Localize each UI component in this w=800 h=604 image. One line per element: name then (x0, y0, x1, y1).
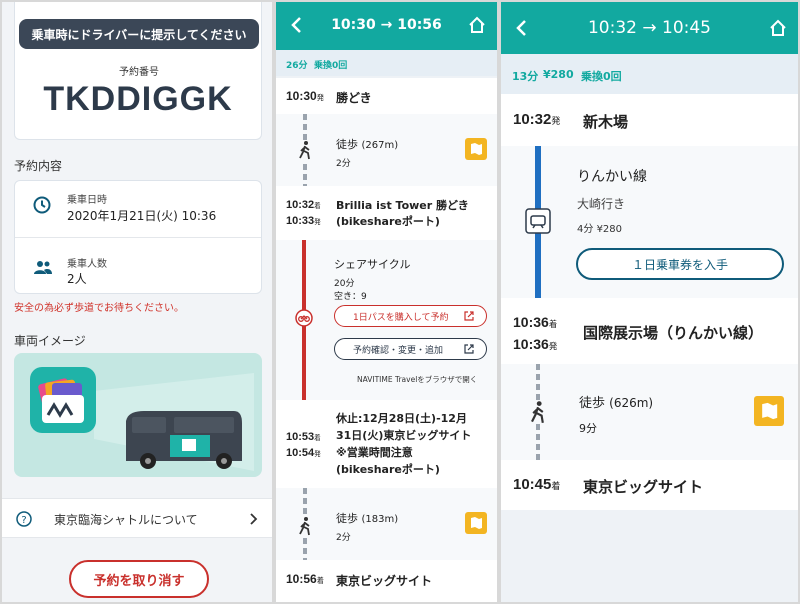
stop-time: 10:30発 (286, 89, 324, 103)
stop-kachidoki: 10:30発 勝どき (276, 78, 497, 114)
cancel-reservation-button[interactable]: 予約を取り消す (69, 560, 209, 598)
route-summary: 26分 乗換0回 (276, 50, 497, 76)
persons-label: 乗車人数 (67, 259, 107, 270)
stop-shinkiba: 10:32発 新木場 (501, 94, 798, 146)
stop-time: 10:36着 10:36発 (513, 314, 558, 352)
bike-time: 20分 (334, 279, 355, 289)
datetime-label: 乗車日時 (67, 195, 107, 206)
clock-icon (33, 196, 51, 214)
route-summary: 13分 ¥280 乗換0回 (501, 54, 798, 94)
about-label: 東京臨海シャトルについて (54, 513, 198, 527)
map-button[interactable] (465, 138, 487, 160)
stop-name: 休止:12月28日(土)-12月 31日(火)東京ビッグサイト ※営業時間注意 (bi… (336, 412, 472, 476)
booking-number-label: 予約番号 (119, 67, 159, 78)
stop-name: 東京ビッグサイト (583, 478, 704, 496)
datetime-value: 2020年1月21日(火) 10:36 (67, 209, 217, 223)
buy-pass-label: 1日パスを購入して予約 (353, 312, 449, 323)
walk-segment: 徒歩 (183m) 2分 (276, 488, 497, 560)
people-icon (34, 261, 52, 274)
walk-time: 9分 (579, 422, 597, 435)
bike-label: シェアサイクル (334, 258, 411, 271)
stop-time: 10:53着 10:54発 (286, 431, 321, 459)
stop-name: 勝どき (336, 91, 372, 105)
map-button[interactable] (465, 512, 487, 534)
bike-availability: 空き：9 (334, 292, 367, 302)
line-destination: 大崎行き (577, 197, 626, 211)
stop-name: 国際展示場（りんかい線） (583, 324, 764, 342)
details-title: 予約内容 (14, 159, 63, 173)
summary-transfers: 乗換0回 (581, 70, 622, 83)
safety-warning: 安全の為必ず歩道でお待ちください。 (14, 303, 184, 314)
bicycle-icon (295, 309, 313, 327)
route-title: 10:30 → 10:56 (331, 17, 442, 33)
persons-value: 2人 (67, 272, 87, 286)
stop-brillia: 10:32着 10:33発 Brillia ist Tower 勝どき (bike… (276, 186, 497, 240)
stop-name: 東京ビッグサイト (336, 574, 433, 588)
reservation-panel: 乗車時にドライバーに提示してください 予約番号 TKDDIGGK 予約内容 乗車… (2, 2, 272, 602)
walk-label: 徒歩 (267m) (336, 138, 399, 151)
home-icon[interactable] (768, 18, 788, 38)
summary-duration: 13分 (512, 70, 539, 83)
train-segment: りんかい線 大崎行き 4分 ¥280 １日乗車券を入手 (501, 146, 798, 298)
route-title: 10:32 → 10:45 (587, 18, 712, 38)
stop-name: 新木場 (583, 113, 629, 131)
home-icon[interactable] (467, 15, 487, 35)
walk-segment: 徒歩 (626m) 9分 (501, 364, 798, 460)
external-link-icon (464, 344, 474, 354)
summary-duration: 26分 (286, 61, 308, 71)
svg-text:?: ? (21, 515, 26, 526)
route-header: 10:32 → 10:45 (501, 2, 798, 54)
map-button[interactable] (754, 396, 784, 426)
bike-segment: シェアサイクル 20分 空き：9 1日パスを購入して予約 予約確認・変更・追加 … (276, 240, 497, 400)
walking-person-icon (297, 516, 313, 536)
chevron-right-icon (250, 513, 258, 525)
walk-label: 徒歩 (626m) (579, 396, 654, 411)
stop-kokusai-tenjijo: 10:36着 10:36発 国際展示場（りんかい線） (501, 298, 798, 364)
external-link-icon (464, 311, 474, 321)
walk-time: 2分 (336, 159, 351, 169)
booking-card: 乗車時にドライバーに提示してください 予約番号 TKDDIGGK (14, 2, 262, 140)
booking-code: TKDDIGGK (43, 80, 233, 118)
details-card: 乗車日時 2020年1月21日(火) 10:36 乗車人数 2人 (14, 180, 262, 294)
buy-pass-button[interactable]: 1日パスを購入して予約 (334, 305, 487, 327)
stop-bigsight: 10:45着 東京ビッグサイト (501, 460, 798, 510)
walk-label: 徒歩 (183m) (336, 512, 399, 525)
summary-transfers: 乗換0回 (314, 61, 348, 71)
stop-time: 10:45着 (513, 476, 561, 493)
line-name: りんかい線 (577, 169, 647, 185)
help-circle-icon: ? (16, 511, 32, 527)
day-ticket-button[interactable]: １日乗車券を入手 (576, 248, 784, 280)
stop-bigsight-port: 10:53着 10:54発 休止:12月28日(土)-12月 31日(火)東京ビッ… (276, 400, 497, 488)
stop-bigsight: 10:56着 東京ビッグサイト (276, 560, 497, 602)
walk-time: 2分 (336, 533, 351, 543)
vehicle-illustration (14, 353, 262, 477)
about-shuttle-link[interactable]: ? 東京臨海シャトルについて (2, 498, 272, 538)
train-icon (525, 208, 551, 234)
line-time-fare: 4分 ¥280 (577, 224, 623, 235)
map-icon (471, 517, 482, 529)
stop-time: 10:32発 (513, 111, 561, 128)
van-illustration (30, 367, 254, 471)
vehicle-title: 車両イメージ (14, 334, 86, 348)
stop-time: 10:32着 10:33発 (286, 199, 321, 227)
walk-segment: 徒歩 (267m) 2分 (276, 114, 497, 186)
bike-route-panel: 10:30 → 10:56 26分 乗換0回 10:30発 勝どき 徒歩 (26… (276, 2, 497, 602)
manage-reservation-label: 予約確認・変更・追加 (353, 345, 444, 356)
route-header: 10:30 → 10:56 (276, 2, 497, 50)
manage-reservation-button[interactable]: 予約確認・変更・追加 (334, 338, 487, 360)
stop-name: Brillia ist Tower 勝どき (bikeshareポート) (336, 199, 469, 228)
walking-person-icon (528, 400, 548, 424)
browser-note: NAVITIME Travelをブラウザで開く (357, 375, 478, 384)
show-driver-notice: 乗車時にドライバーに提示してください (19, 19, 259, 49)
summary-fare: ¥280 (543, 68, 574, 81)
train-route-panel: 10:32 → 10:45 13分 ¥280 乗換0回 10:32発 新木場 り… (501, 2, 798, 602)
map-icon (762, 402, 778, 420)
map-icon (471, 143, 482, 155)
stop-time: 10:56着 (286, 572, 324, 586)
walking-person-icon (297, 140, 313, 160)
